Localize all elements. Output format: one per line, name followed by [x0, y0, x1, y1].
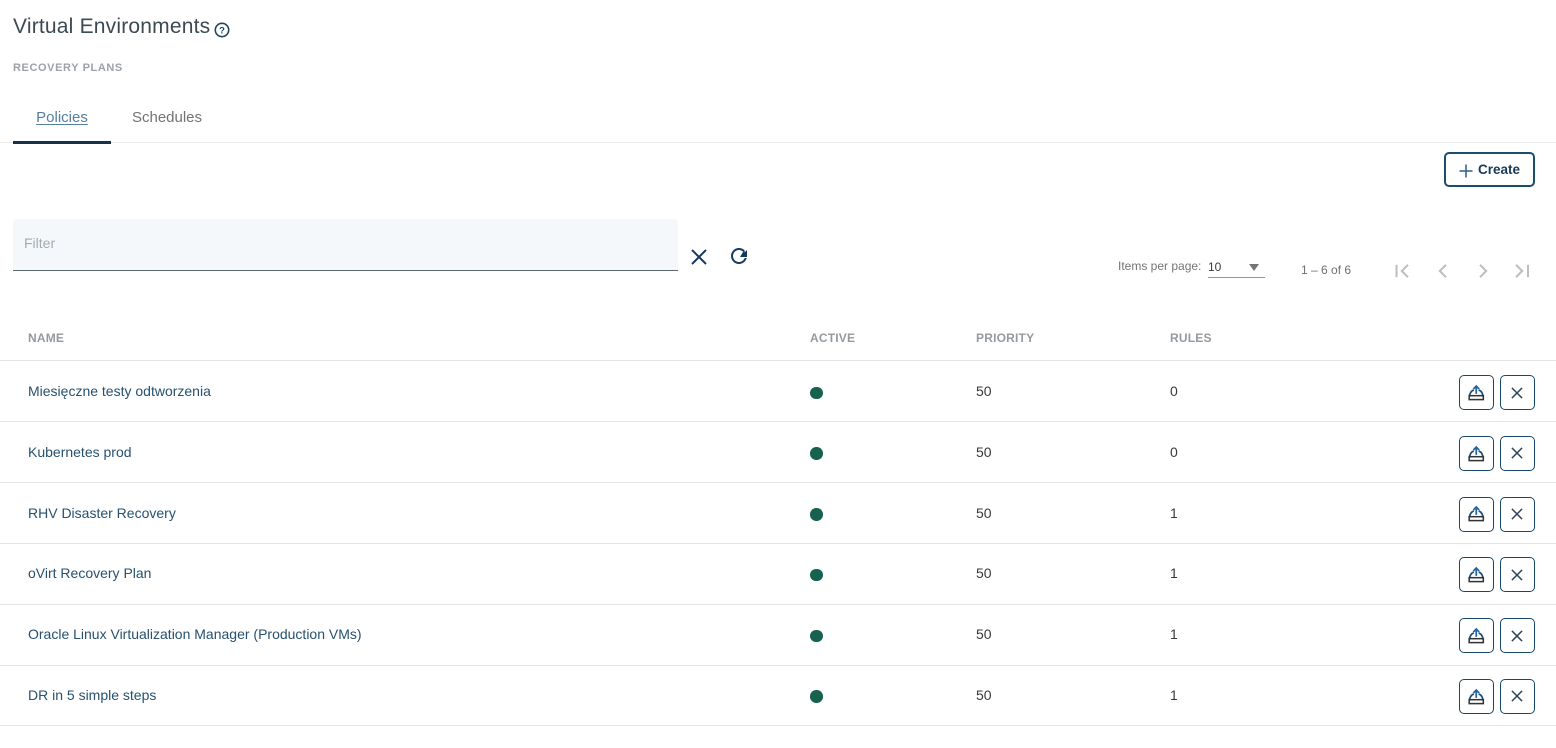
svg-text:?: ? [219, 25, 225, 36]
